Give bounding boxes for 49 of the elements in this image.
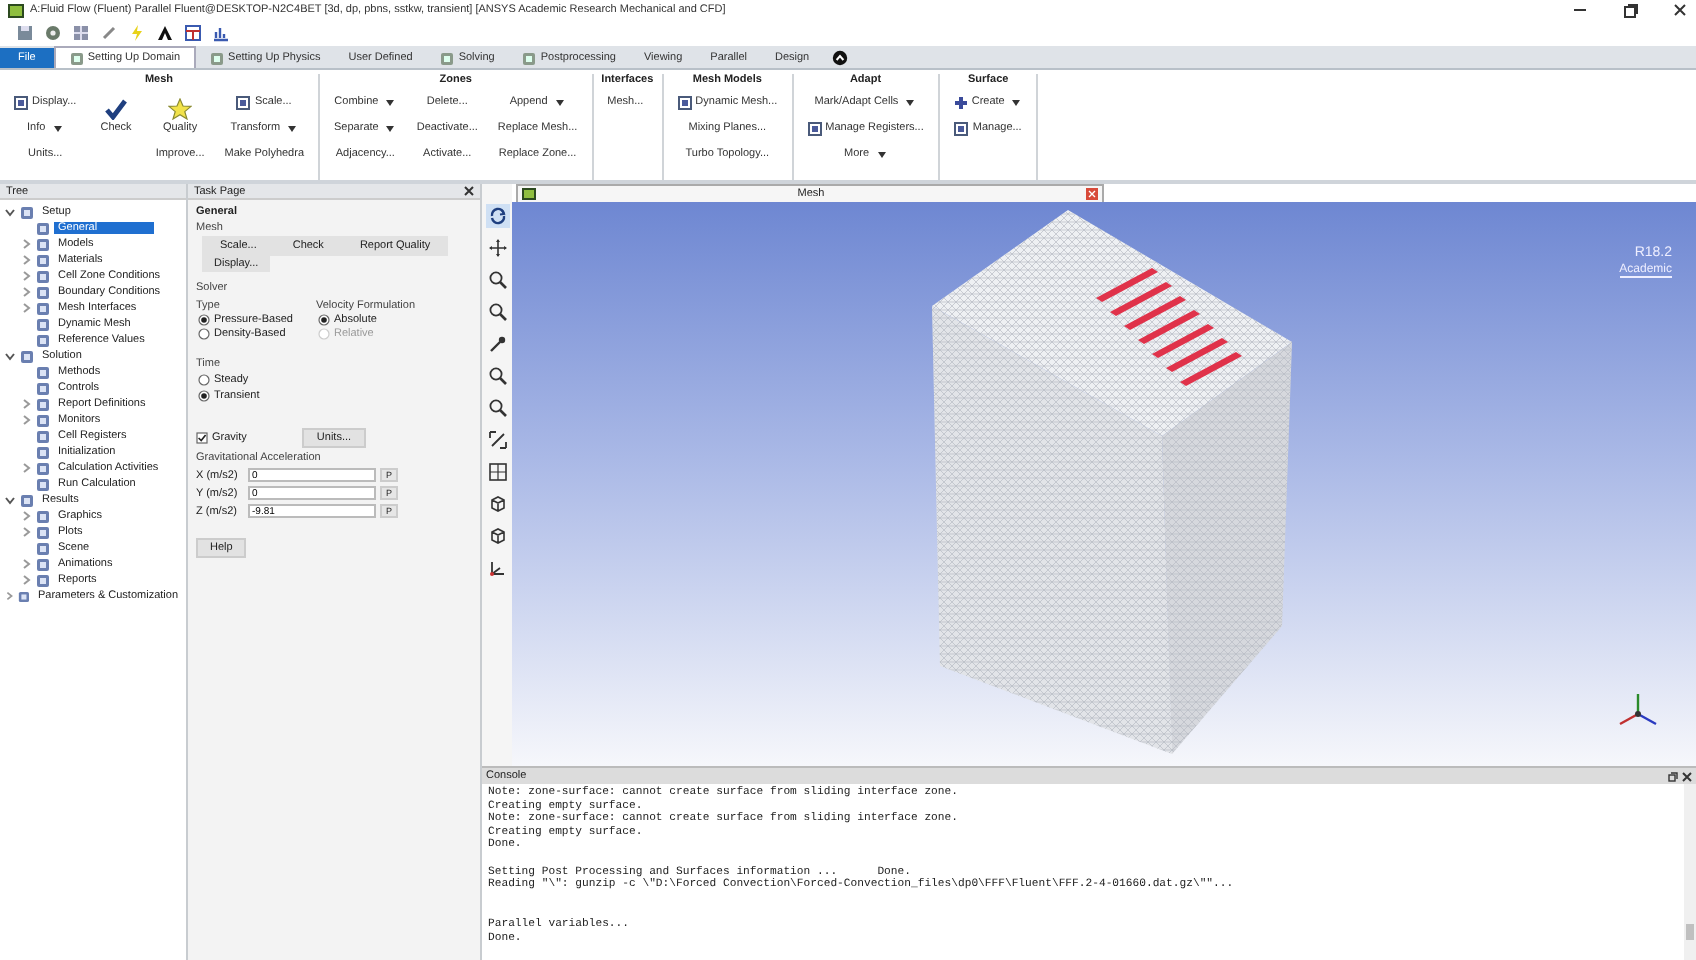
panel-icon <box>807 121 822 135</box>
panel-icon <box>954 121 969 135</box>
zoom-icon[interactable] <box>485 396 509 420</box>
expand-icon[interactable] <box>4 350 16 362</box>
plus-icon <box>953 95 968 109</box>
cube-icon[interactable] <box>485 492 509 516</box>
arch-icon[interactable] <box>156 24 174 42</box>
cube-icon[interactable] <box>485 524 509 548</box>
app-icon <box>522 188 536 200</box>
close-icon[interactable] <box>1682 771 1692 781</box>
radio-button[interactable] <box>198 328 210 340</box>
radio-button[interactable] <box>198 390 210 402</box>
axis-triad-icon <box>1616 690 1660 730</box>
tab-icon <box>210 51 225 65</box>
panel-icon <box>236 95 251 109</box>
close-icon[interactable] <box>464 186 474 196</box>
chart-icon[interactable] <box>212 24 230 42</box>
radio-button[interactable] <box>198 374 210 386</box>
gear-icon[interactable] <box>44 24 62 42</box>
zoom-icon[interactable] <box>485 300 509 324</box>
tab-icon <box>69 51 84 65</box>
app-icon <box>8 3 24 17</box>
rotate-icon[interactable] <box>485 204 509 228</box>
table-icon[interactable] <box>184 24 202 42</box>
close-icon[interactable] <box>1672 2 1688 18</box>
panel-icon <box>14 95 28 109</box>
zoom-icon[interactable] <box>485 268 509 292</box>
checkbox[interactable] <box>196 432 208 444</box>
tab-icon <box>440 51 455 65</box>
expand-icon[interactable] <box>4 206 16 218</box>
star-icon <box>168 97 193 119</box>
restore-icon[interactable] <box>1622 2 1638 18</box>
zoom-icon[interactable] <box>485 364 509 388</box>
panel-icon <box>677 95 692 109</box>
check-icon <box>104 97 129 119</box>
tab-icon <box>522 51 537 65</box>
collapse-ribbon-icon[interactable] <box>831 50 848 66</box>
axes-icon[interactable] <box>485 556 509 580</box>
expand-icon[interactable] <box>4 494 16 506</box>
pen-icon[interactable] <box>100 24 118 42</box>
grid-icon[interactable] <box>485 460 509 484</box>
fit-icon[interactable] <box>485 428 509 452</box>
scrollbar[interactable] <box>1684 784 1696 960</box>
radio-button[interactable] <box>198 314 210 326</box>
pan-icon[interactable] <box>485 236 509 260</box>
probe-icon[interactable] <box>485 332 509 356</box>
radio-button[interactable] <box>318 314 330 326</box>
undock-icon[interactable] <box>1668 771 1678 781</box>
tree-item-icon <box>18 589 30 603</box>
